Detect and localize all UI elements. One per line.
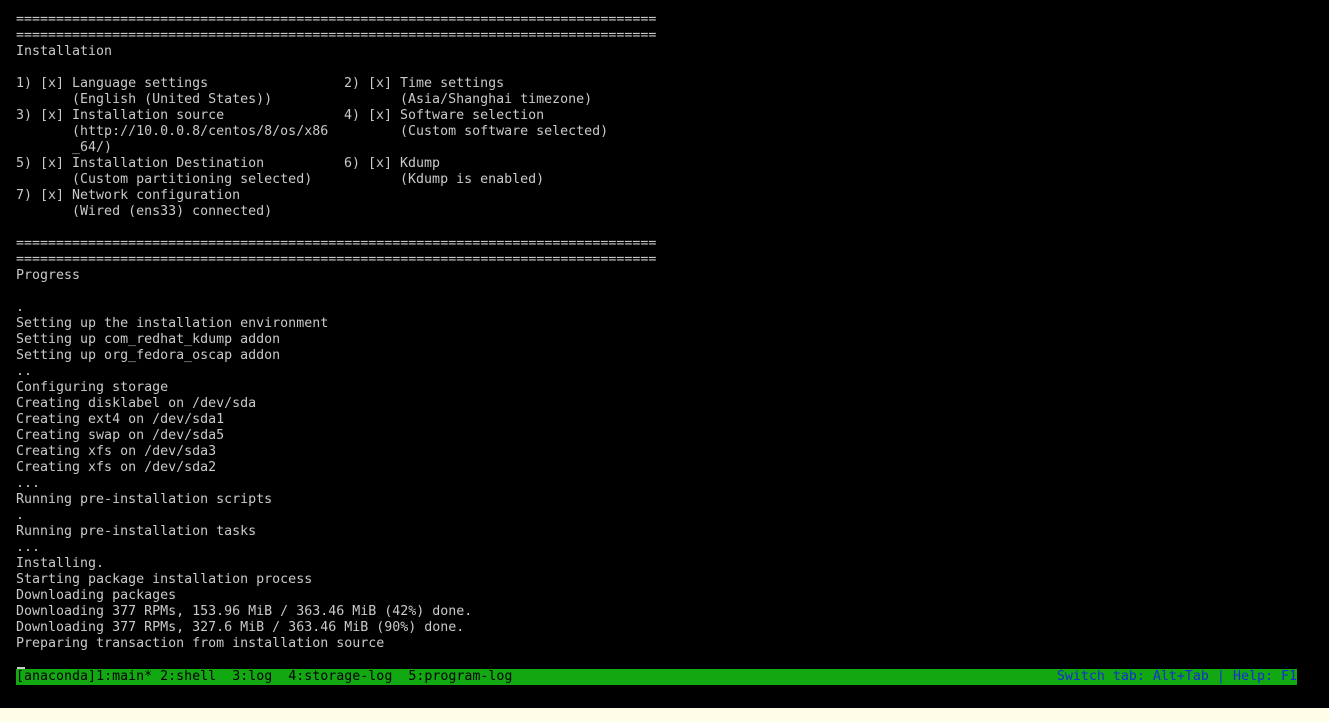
progress-line: Creating disklabel on /dev/sda <box>16 396 257 411</box>
progress-line: Setting up com_redhat_kdump addon <box>16 332 281 347</box>
separator-line: ========================================… <box>16 28 657 43</box>
spoke-network-configuration[interactable]: 7) [x] Network configuration <box>16 188 240 204</box>
section-title-progress: Progress <box>16 268 81 283</box>
progress-line: Configuring storage <box>16 380 169 395</box>
spoke-software-selection[interactable]: 4) [x] Software selection <box>344 108 544 124</box>
progress-line: Creating xfs on /dev/sda2 <box>16 460 217 475</box>
progress-line: Creating xfs on /dev/sda3 <box>16 444 217 459</box>
tab-storage-log[interactable]: 4:storage-log <box>288 669 400 684</box>
spoke-language-status: (English (United States)) <box>16 92 273 107</box>
spoke-network-status: (Wired (ens33) connected) <box>16 204 273 219</box>
progress-line: Preparing transaction from installation … <box>16 636 385 651</box>
spoke-kdump-status: (Kdump is enabled) <box>344 172 545 187</box>
progress-line: ... <box>16 476 41 491</box>
progress-line: Installing. <box>16 556 105 571</box>
spoke-destination-status: (Custom partitioning selected) <box>16 172 313 187</box>
progress-line: .. <box>16 364 33 379</box>
spoke-kdump[interactable]: 6) [x] Kdump <box>344 156 440 172</box>
spoke-language-settings[interactable]: 1) [x] Language settings <box>16 76 208 92</box>
progress-line: Setting up the installation environment <box>16 316 329 331</box>
separator-line: ========================================… <box>16 236 657 251</box>
tmux-status-bar: [anaconda]1:main* 2:shell 3:log 4:storag… <box>16 669 1297 685</box>
tmux-window-list: [anaconda]1:main* 2:shell 3:log 4:storag… <box>16 669 512 685</box>
progress-line: Creating ext4 on /dev/sda1 <box>16 412 225 427</box>
progress-line: Running pre-installation tasks <box>16 524 257 539</box>
spoke-software-status: (Custom software selected) <box>344 124 609 139</box>
separator-line: ========================================… <box>16 252 657 267</box>
terminal-screen: ========================================… <box>0 0 1329 708</box>
tab-main[interactable]: 1:main* <box>96 669 152 684</box>
progress-line: Downloading 377 RPMs, 153.96 MiB / 363.4… <box>16 604 473 619</box>
progress-line: Creating swap on /dev/sda5 <box>16 428 225 443</box>
progress-line: Running pre-installation scripts <box>16 492 273 507</box>
progress-line: Setting up org_fedora_oscap addon <box>16 348 281 363</box>
progress-line: ... <box>16 540 41 555</box>
section-title-installation: Installation <box>16 44 113 59</box>
spoke-time-settings[interactable]: 2) [x] Time settings <box>344 76 504 92</box>
tab-log[interactable]: 3:log <box>232 669 280 684</box>
progress-line: . <box>16 508 25 523</box>
tab-shell[interactable]: 2:shell <box>160 669 224 684</box>
tab-program-log[interactable]: 5:program-log <box>408 669 512 684</box>
progress-line: Downloading 377 RPMs, 327.6 MiB / 363.46… <box>16 620 465 635</box>
progress-line: . <box>16 300 25 315</box>
spoke-source-status-cont: _64/) <box>16 140 113 155</box>
progress-line: Starting package installation process <box>16 572 313 587</box>
spoke-time-status: (Asia/Shanghai timezone) <box>344 92 593 107</box>
progress-line: Downloading packages <box>16 588 177 603</box>
tmux-session-name: [anaconda] <box>16 669 97 684</box>
spoke-installation-destination[interactable]: 5) [x] Installation Destination <box>16 156 264 172</box>
separator-line: ========================================… <box>16 12 657 27</box>
spoke-source-status: (http://10.0.0.8/centos/8/os/x86 <box>16 124 329 139</box>
spoke-installation-source[interactable]: 3) [x] Installation source <box>16 108 224 124</box>
status-help-text: Switch tab: Alt+Tab | Help: F1 <box>1056 669 1297 684</box>
